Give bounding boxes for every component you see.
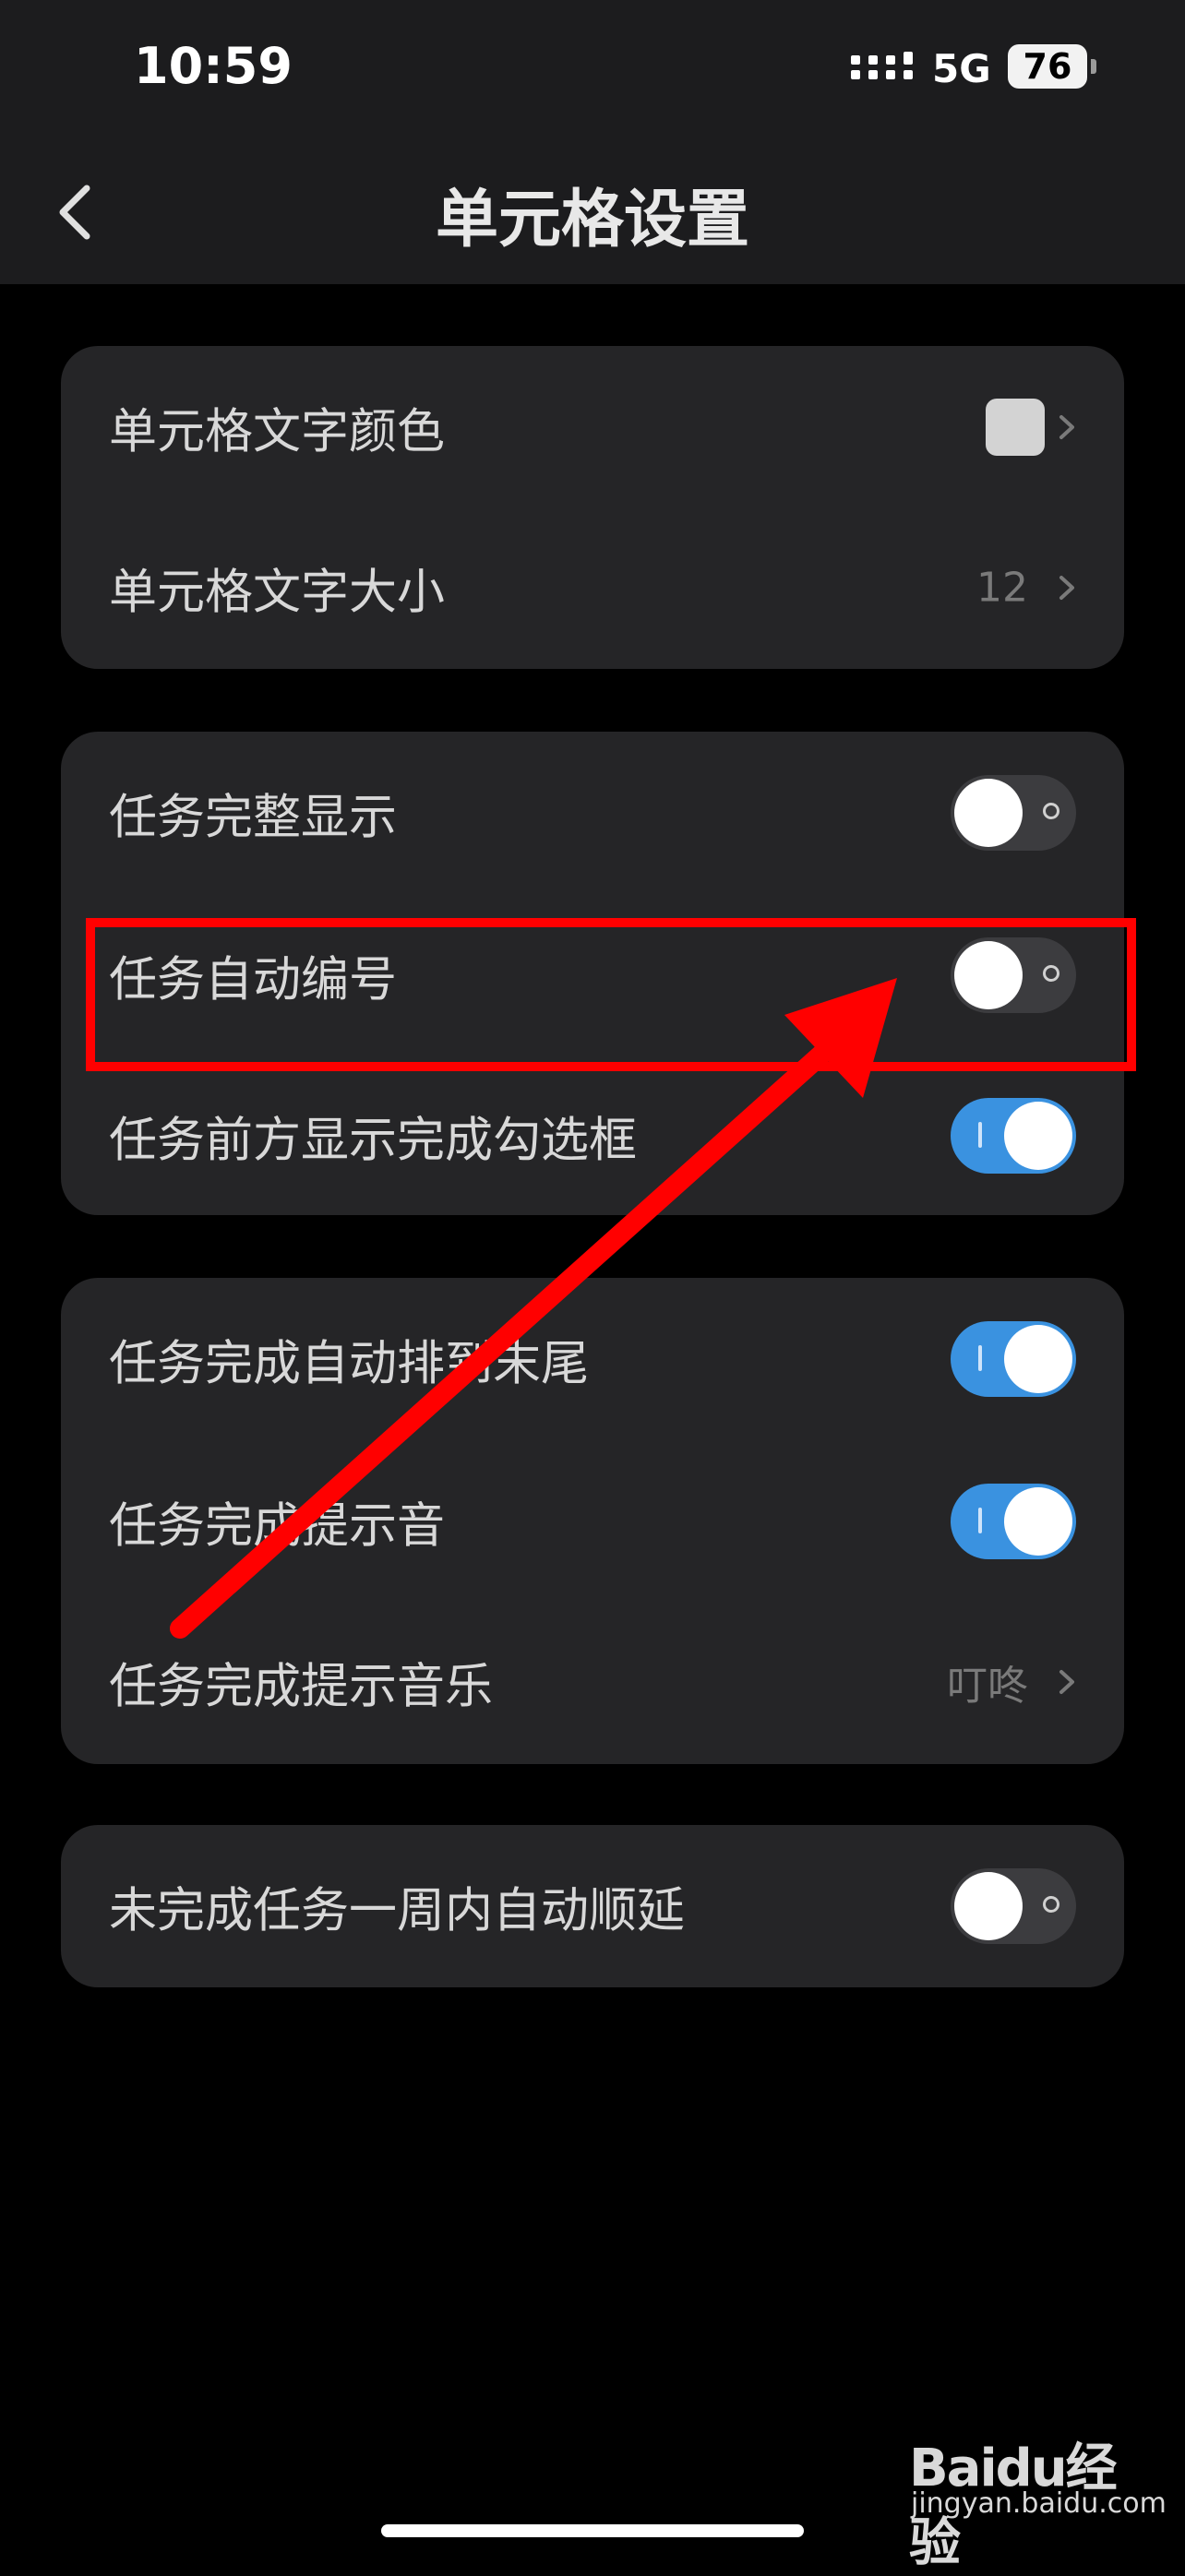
toggle-on-mark (978, 1122, 982, 1148)
chevron-right-icon (1059, 415, 1074, 439)
row-label: 单元格文字大小 (109, 565, 446, 621)
toggle-on-mark (978, 1345, 982, 1371)
row-value: 12 (976, 564, 1028, 612)
row-label: 任务前方显示完成勾选框 (109, 1113, 638, 1169)
battery-tip (1091, 59, 1096, 74)
row-label: 单元格文字颜色 (109, 404, 446, 460)
toggle-off-mark (1043, 803, 1059, 819)
row-value: 叮咚 (947, 1663, 1028, 1710)
task-full-display-toggle[interactable] (951, 775, 1076, 851)
settings-group-task-complete: 任务完成自动排到末尾 任务完成提示音 任务完成提示音乐 叮咚 (61, 1278, 1124, 1764)
row-label: 任务完成提示音乐 (109, 1659, 494, 1715)
toggle-knob (1004, 1487, 1072, 1556)
toggle-on-mark (978, 1508, 982, 1533)
chevron-right-icon (1059, 576, 1074, 600)
toggle-knob (954, 779, 1023, 847)
chevron-right-icon (1059, 1670, 1074, 1694)
toggle-knob (1004, 1325, 1072, 1393)
row-task-complete-sound: 任务完成提示音 (61, 1440, 1124, 1603)
navigation-bar: 单元格设置 (0, 138, 1185, 284)
task-complete-sound-toggle[interactable] (951, 1484, 1076, 1559)
row-label: 未完成任务一周内自动顺延 (109, 1883, 686, 1939)
row-auto-postpone: 未完成任务一周内自动顺延 (61, 1825, 1124, 1987)
row-cell-text-size[interactable]: 单元格文字大小 12 (61, 507, 1124, 669)
task-checkbox-front-toggle[interactable] (951, 1098, 1076, 1174)
row-label: 任务完成提示音 (109, 1498, 446, 1555)
toggle-knob (1004, 1102, 1072, 1170)
status-bar: 10:59 5G 76 (0, 0, 1185, 138)
row-task-complete-move-end: 任务完成自动排到末尾 (61, 1278, 1124, 1440)
watermark-url: jingyan.baidu.com (911, 2487, 1167, 2520)
settings-group-text: 单元格文字颜色 单元格文字大小 12 (61, 346, 1124, 669)
color-swatch (986, 399, 1045, 456)
baidu-watermark: Baidu经验 jingyan.baidu.com (909, 2427, 1167, 2573)
row-task-full-display: 任务完整显示 (61, 732, 1124, 894)
task-complete-move-end-toggle[interactable] (951, 1321, 1076, 1397)
battery-icon: 76 (1008, 44, 1087, 89)
row-task-checkbox-front: 任务前方显示完成勾选框 (61, 1055, 1124, 1217)
row-task-complete-music[interactable]: 任务完成提示音乐 叮咚 (61, 1601, 1124, 1763)
network-type: 5G (932, 46, 991, 91)
highlight-box (86, 918, 1136, 1071)
settings-group-postpone: 未完成任务一周内自动顺延 (61, 1825, 1124, 1987)
toggle-knob (954, 1872, 1023, 1940)
signal-icon (851, 52, 913, 79)
page-title: 单元格设置 (435, 184, 749, 256)
status-time: 10:59 (134, 37, 293, 95)
row-label: 任务完整显示 (109, 790, 398, 846)
row-label: 任务完成自动排到末尾 (109, 1336, 590, 1392)
toggle-off-mark (1043, 1896, 1059, 1913)
home-indicator[interactable] (381, 2524, 804, 2537)
row-cell-text-color[interactable]: 单元格文字颜色 (61, 346, 1124, 508)
battery-level: 76 (1023, 46, 1072, 87)
auto-postpone-toggle[interactable] (951, 1868, 1076, 1944)
